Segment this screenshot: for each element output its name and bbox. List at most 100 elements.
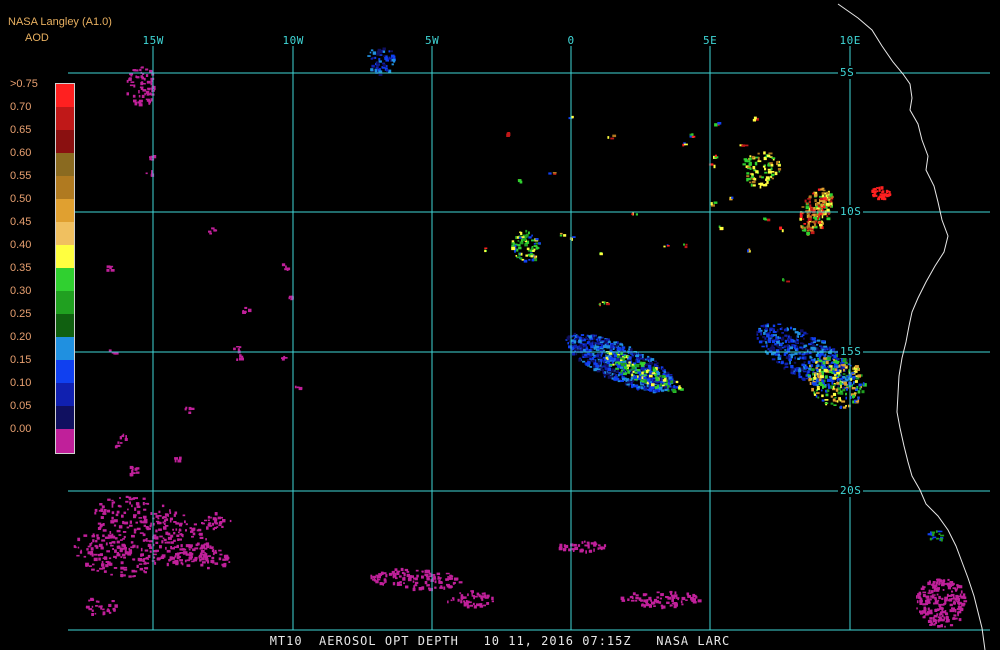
aerosol-pixel bbox=[629, 596, 633, 599]
aerosol-pixel bbox=[925, 595, 930, 599]
aerosol-pixel bbox=[815, 361, 818, 364]
legend-tick-label: >0.75 bbox=[10, 78, 38, 90]
aerosol-pixel bbox=[579, 357, 582, 360]
legend-tick-label: 0.35 bbox=[10, 262, 32, 274]
aerosol-pixel bbox=[790, 338, 794, 342]
aerosol-pixel bbox=[593, 346, 596, 350]
aerosol-pixel bbox=[189, 556, 193, 558]
legend-frame bbox=[55, 83, 75, 454]
aerosol-pixel bbox=[840, 392, 844, 395]
aerosol-pixel bbox=[823, 357, 827, 360]
aerosol-pixel bbox=[771, 173, 775, 177]
aerosol-pixel bbox=[520, 231, 523, 235]
aerosol-pixel bbox=[110, 573, 113, 576]
aerosol-pixel bbox=[122, 531, 127, 533]
aod-map[interactable] bbox=[0, 0, 1000, 650]
aerosol-pixel bbox=[158, 510, 161, 514]
aerosol-pixel bbox=[816, 364, 820, 368]
aerosol-pixel bbox=[101, 560, 104, 564]
aerosol-pixel bbox=[670, 594, 674, 597]
aerosol-pixel bbox=[799, 214, 803, 218]
aerosol-pixel bbox=[665, 596, 669, 598]
aerosol-pixel bbox=[400, 567, 404, 571]
aerosol-pixel bbox=[799, 346, 802, 349]
aerosol-pixel bbox=[774, 354, 779, 356]
aerosol-pixel bbox=[786, 362, 789, 365]
aerosol-pixel bbox=[757, 157, 760, 161]
aerosol-pixel bbox=[632, 370, 635, 373]
aerosol-pixel bbox=[835, 400, 837, 403]
aerosol-pixel bbox=[844, 377, 847, 381]
aerosol-pixel bbox=[766, 218, 771, 222]
aerosol-pixel bbox=[434, 580, 437, 584]
aerosol-pixel bbox=[168, 559, 171, 562]
aerosol-pixel bbox=[797, 357, 800, 360]
aerosol-pixel bbox=[830, 379, 833, 382]
aerosol-pixel bbox=[607, 358, 609, 361]
aerosol-pixel bbox=[184, 408, 187, 411]
aerosol-pixel bbox=[757, 160, 762, 163]
aerosol-pixel bbox=[534, 255, 536, 259]
aerosol-pixel bbox=[648, 367, 652, 370]
aerosol-pixel bbox=[640, 364, 644, 367]
aerosol-pixel bbox=[120, 561, 124, 565]
aerosol-pixel bbox=[874, 190, 877, 194]
aerosol-pixel bbox=[469, 604, 473, 607]
aerosol-pixel bbox=[102, 608, 105, 611]
aerosol-pixel bbox=[811, 220, 815, 223]
aerosol-pixel bbox=[127, 508, 129, 511]
aerosol-pixel bbox=[101, 539, 106, 542]
aerosol-pixel bbox=[210, 516, 212, 519]
aerosol-pixel bbox=[185, 529, 187, 532]
aerosol-pixel bbox=[93, 553, 98, 556]
aerosol-pixel bbox=[749, 161, 752, 165]
aerosol-pixel bbox=[602, 357, 606, 359]
aerosol-pixel bbox=[211, 556, 215, 560]
aerosol-pixel bbox=[838, 364, 841, 368]
aerosol-pixel bbox=[773, 334, 777, 336]
aerosol-pixel bbox=[617, 364, 620, 369]
aerosol-pixel bbox=[205, 542, 210, 545]
aerosol-pixel bbox=[797, 332, 801, 336]
aerosol-pixel bbox=[821, 192, 825, 195]
aerosol-pixel bbox=[862, 382, 865, 386]
aerosol-pixel bbox=[813, 393, 817, 396]
aerosol-pixel bbox=[585, 550, 587, 554]
aerosol-pixel bbox=[153, 553, 157, 556]
aerosol-pixel bbox=[925, 602, 929, 606]
aerosol-pixel bbox=[830, 361, 833, 364]
aerosol-pixel bbox=[421, 575, 424, 579]
aerosol-pixel bbox=[663, 245, 666, 248]
aerosol-pixel bbox=[404, 568, 409, 572]
aerosol-pixel bbox=[779, 226, 782, 230]
aerosol-pixel bbox=[236, 358, 239, 361]
latitude-label: 5S bbox=[838, 66, 857, 79]
aerosol-pixel bbox=[611, 373, 614, 375]
aerosol-pixel bbox=[798, 372, 800, 376]
aerosol-pixel bbox=[113, 608, 116, 612]
aerosol-pixel bbox=[129, 520, 132, 524]
legend-tick-label: 0.05 bbox=[10, 400, 32, 412]
aerosol-pixel bbox=[370, 68, 374, 72]
aerosol-pixel bbox=[224, 558, 229, 561]
aerosol-pixel bbox=[584, 540, 586, 543]
aerosol-pixel bbox=[640, 379, 643, 382]
aerosol-pixel bbox=[109, 542, 112, 545]
aerosol-pixel bbox=[783, 353, 787, 356]
aerosol-pixel bbox=[818, 359, 823, 363]
aerosol-pixel bbox=[829, 193, 832, 197]
aerosol-pixel bbox=[598, 303, 601, 306]
aerosol-pixel bbox=[123, 547, 127, 550]
aerosol-pixel bbox=[760, 176, 764, 179]
aerosol-pixel bbox=[941, 614, 944, 618]
aerosol-pixel bbox=[388, 572, 392, 576]
aerosol-pixel bbox=[623, 372, 627, 375]
aerosol-pixel bbox=[211, 550, 215, 553]
aerosol-pixel bbox=[944, 601, 947, 605]
aerosol-pixel bbox=[684, 143, 688, 146]
aerosol-pixel bbox=[807, 221, 810, 225]
aerosol-pixel bbox=[776, 360, 779, 364]
source-label: NASA Langley (A1.0) bbox=[8, 16, 112, 28]
aerosol-pixel bbox=[578, 336, 582, 340]
aerosol-pixel bbox=[447, 584, 449, 588]
